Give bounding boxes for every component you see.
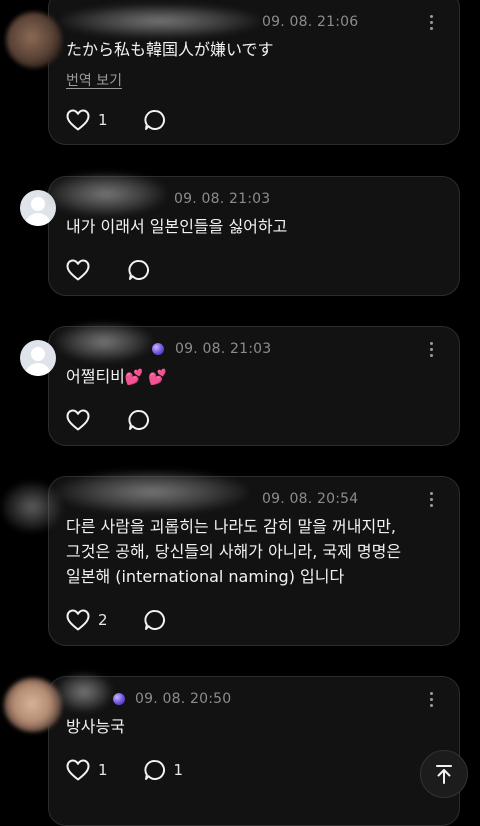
comment-date: 09. 08. 20:50 (135, 691, 232, 707)
heart-icon (66, 259, 90, 281)
like-count: 1 (98, 761, 108, 779)
reply-button[interactable] (143, 609, 174, 631)
avatar[interactable] (4, 678, 62, 732)
avatar[interactable] (20, 340, 56, 376)
username-blurred[interactable] (46, 172, 166, 216)
more-vertical-icon[interactable] (430, 15, 434, 31)
arrow-up-icon (436, 765, 452, 784)
username-blurred[interactable] (60, 4, 260, 38)
reply-button[interactable] (128, 259, 158, 281)
comment-bubble-icon (128, 259, 150, 280)
translate-link[interactable]: 번역 보기 (66, 70, 122, 90)
comment-line: 방사능국 (66, 717, 125, 736)
heart-icon (66, 409, 90, 431)
more-vertical-icon[interactable] (430, 692, 434, 708)
reply-button[interactable] (128, 409, 158, 431)
comment-actions (66, 408, 188, 432)
reply-button[interactable] (143, 109, 174, 131)
comment-date: 09. 08. 21:03 (174, 191, 271, 207)
heart-icon (66, 759, 90, 781)
comment-actions: 2 (66, 608, 204, 632)
comment-actions: 1 (66, 108, 204, 132)
comment-line: 다른 사람을 괴롭히는 나라도 감히 말을 꺼내지만, (66, 517, 397, 536)
comment-line: 내가 이래서 일본인들을 싫어하고 (66, 217, 288, 236)
comment-actions: 1 1 (66, 758, 213, 782)
emoji: 💕 💕 (124, 368, 168, 386)
comment-bubble-icon (128, 409, 150, 430)
username-blurred[interactable] (56, 322, 152, 362)
like-button[interactable] (66, 409, 98, 431)
comment-bubble-icon (143, 609, 165, 630)
comment-line: たから私も韓国人が嫌いです (66, 40, 274, 59)
comment-line: 그것은 공해, 당신들의 사해가 아니라, 국제 명명은 (66, 542, 402, 561)
heart-icon (66, 609, 90, 631)
comment-text: 방사능국 (66, 714, 462, 739)
comment-text: 다른 사람을 괴롭히는 나라도 감히 말을 꺼내지만, 그것은 공해, 당신들의… (66, 514, 462, 589)
comment-line: 일본해 (international naming) 입니다 (66, 567, 345, 586)
reply-count: 1 (173, 761, 184, 779)
comment-line: 어쩔티비 (66, 367, 125, 386)
comment-bubble-icon (143, 109, 165, 130)
username-blurred[interactable] (56, 672, 112, 712)
avatar[interactable] (6, 12, 62, 68)
avatar[interactable] (2, 482, 62, 532)
verified-badge-icon (152, 343, 164, 355)
comment-text: たから私も韓国人が嫌いです (66, 37, 462, 62)
comment-bubble-icon (143, 759, 165, 780)
verified-badge-icon (113, 693, 125, 705)
scroll-to-top-button[interactable] (420, 750, 468, 798)
heart-icon (66, 109, 90, 131)
more-vertical-icon[interactable] (430, 492, 434, 508)
username-blurred[interactable] (56, 470, 248, 514)
comment-date: 09. 08. 20:54 (262, 491, 359, 507)
more-vertical-icon[interactable] (430, 342, 434, 358)
like-button[interactable]: 1 (66, 759, 108, 781)
like-button[interactable] (66, 259, 98, 281)
like-count: 1 (98, 111, 108, 129)
comment-text: 어쩔티비💕 💕 (66, 364, 462, 390)
comment-actions (66, 258, 188, 282)
comment-date: 09. 08. 21:06 (262, 14, 359, 30)
reply-button[interactable]: 1 (143, 759, 184, 781)
comment-text: 내가 이래서 일본인들을 싫어하고 (66, 214, 462, 239)
like-button[interactable]: 1 (66, 109, 108, 131)
like-button[interactable]: 2 (66, 609, 108, 631)
like-count: 2 (98, 611, 108, 629)
comment-date: 09. 08. 21:03 (175, 341, 272, 357)
